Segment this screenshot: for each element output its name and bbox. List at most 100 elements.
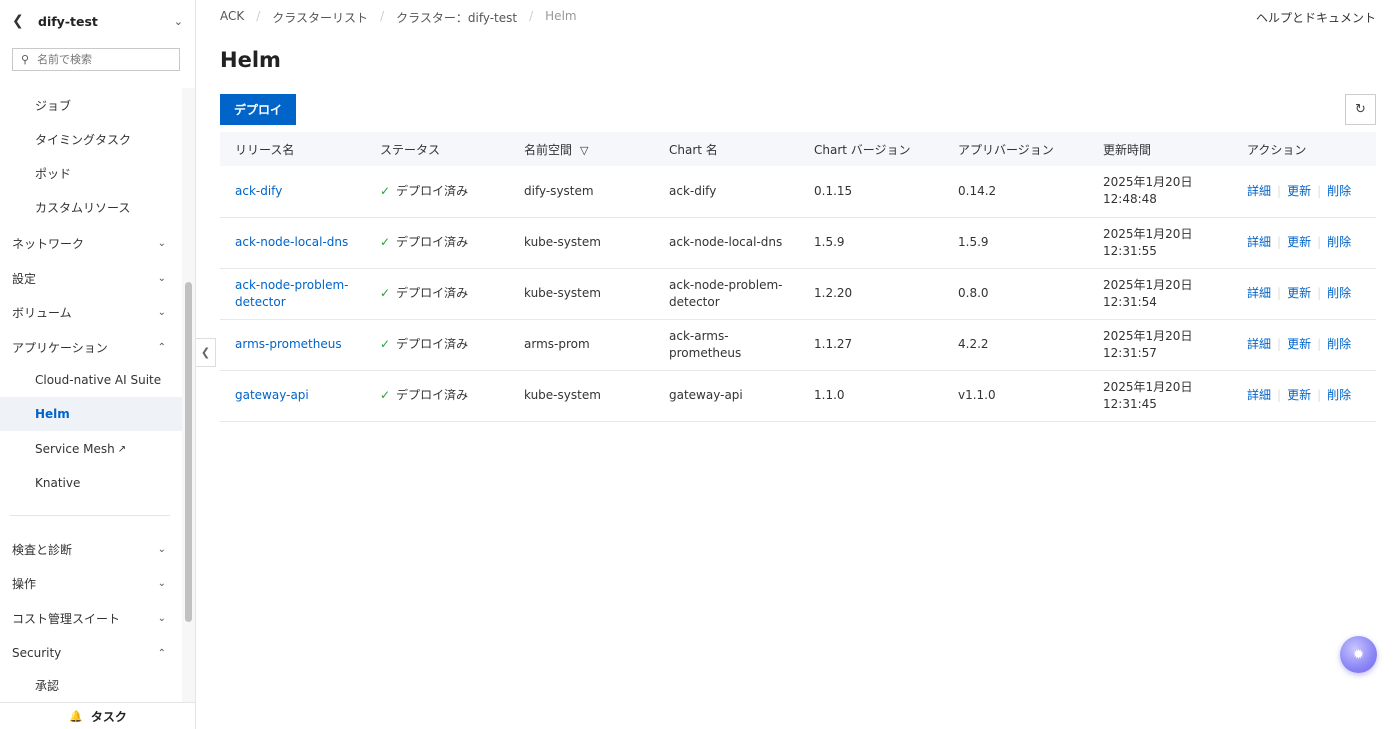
breadcrumb-current: Helm [545,9,577,23]
table-row: arms-prometheus ✓ デプロイ済み arms-prom ack-arms-… [220,319,1376,371]
column-header-label: 名前空間 [524,142,573,157]
status-text: デプロイ済み [396,388,469,402]
collapse-sidebar-button[interactable]: ❮ [196,338,216,367]
release-name-link[interactable]: ack-node-local-dns [235,235,348,249]
sidebar-item-authorization[interactable]: 承認 [0,668,182,702]
update-link[interactable]: 更新 [1287,337,1311,351]
release-name-link[interactable]: ack-node-problem-detector [235,278,349,309]
check-icon: ✓ [380,337,391,351]
sidebar-item-label: タイミングタスク [35,132,132,147]
sidebar-item-security[interactable]: Security ⌃ [0,636,182,670]
sidebar-item-config[interactable]: 設定 ⌄ [0,261,182,295]
refresh-button[interactable]: ↻ [1345,94,1376,125]
app-version-cell: 1.5.9 [943,217,1088,269]
back-arrow-icon[interactable]: ❮ [12,13,28,29]
sidebar-item-cost-suite[interactable]: コスト管理スイート ⌄ [0,601,182,635]
details-link[interactable]: 詳細 [1247,286,1271,300]
table-header-row: リリース名 ステータス 名前空間 ▽ Chart 名 Chart バージョン アプ… [220,132,1376,166]
table-row: gateway-api ✓ デプロイ済み kube-system gateway-api… [220,370,1376,422]
sidebar-item-label: 検査と診断 [12,542,73,557]
chevron-down-icon: ⌄ [157,237,166,249]
update-link[interactable]: 更新 [1287,388,1311,402]
breadcrumb-cluster-list[interactable]: クラスターリスト [272,9,368,26]
sidebar-search[interactable]: ⚲ [12,48,180,71]
chart-version-cell: 0.1.15 [799,166,943,218]
delete-link[interactable]: 削除 [1327,235,1351,249]
update-link[interactable]: 更新 [1287,286,1311,300]
column-header-chart-name: Chart 名 [654,132,799,166]
chart-name-cell: ack-arms-prometheus [654,319,799,371]
sidebar-item-network[interactable]: ネットワーク ⌄ [0,226,182,260]
sidebar-divider [10,515,170,516]
sidebar-item-label: 設定 [12,271,37,286]
delete-link[interactable]: 削除 [1327,286,1351,300]
filter-icon[interactable]: ▽ [580,144,588,157]
sidebar-item-label: Security [12,646,62,660]
sidebar-scrollbar[interactable] [185,282,192,622]
release-name-link[interactable]: arms-prometheus [235,337,342,351]
sidebar-item-label: Helm [35,407,70,421]
updated-date: 2025年1月20日 [1103,277,1193,292]
check-icon: ✓ [380,286,391,300]
chevron-down-icon[interactable]: ⌄ [174,15,183,28]
deploy-button[interactable]: デプロイ [220,94,296,125]
sidebar-item-cronjobs[interactable]: タイミングタスク [0,122,182,156]
page-title: Helm [220,48,281,72]
breadcrumb-separator: / [529,9,534,23]
sidebar-item-label: 操作 [12,576,37,591]
sidebar-item-pods[interactable]: ポッド [0,156,182,190]
breadcrumb-ack[interactable]: ACK [220,9,244,26]
check-icon: ✓ [380,388,391,402]
task-label: タスク [90,709,127,724]
updated-cell: 2025年1月20日 12:31:45 [1088,370,1232,422]
sidebar-item-helm[interactable]: Helm [0,397,182,431]
column-header-app-version: アプリバージョン [943,132,1088,166]
breadcrumb-separator: / [256,9,261,23]
action-separator: | [1277,388,1282,402]
breadcrumb-cluster[interactable]: クラスター：dify-test [396,9,517,26]
external-link-icon: ↗ [117,443,127,455]
sidebar-item-operations[interactable]: 操作 ⌄ [0,566,182,600]
status-text: デプロイ済み [396,337,469,351]
sidebar-item-label: Knative [35,476,81,490]
sidebar-item-jobs[interactable]: ジョブ [0,88,182,122]
delete-link[interactable]: 削除 [1327,337,1351,351]
release-name-cell: arms-prometheus [220,319,365,371]
help-docs-link[interactable]: ヘルプとドキュメント [1256,9,1376,26]
sidebar-item-inspection[interactable]: 検査と診断 ⌄ [0,532,182,566]
sidebar-item-cloud-native-ai[interactable]: Cloud-native AI Suite [0,363,182,397]
sidebar-item-custom-resources[interactable]: カスタムリソース [0,190,182,224]
search-input[interactable] [37,53,168,66]
updated-date: 2025年1月20日 [1103,328,1193,343]
update-link[interactable]: 更新 [1287,184,1311,198]
sidebar-item-volumes[interactable]: ボリューム ⌄ [0,295,182,329]
delete-link[interactable]: 削除 [1327,388,1351,402]
delete-link[interactable]: 削除 [1327,184,1351,198]
sidebar-header: ❮ dify-test ⌄ [0,0,195,42]
release-name-link[interactable]: ack-dify [235,184,282,198]
sidebar-item-label: 承認 [35,678,60,693]
sidebar-item-service-mesh[interactable]: Service Mesh ↗ [0,432,182,466]
app-version-cell: 4.2.2 [943,319,1088,371]
status-text: デプロイ済み [396,235,469,249]
sidebar-item-label: ネットワーク [12,236,85,251]
status-text: デプロイ済み [396,183,469,198]
details-link[interactable]: 詳細 [1247,388,1271,402]
updated-date: 2025年1月20日 [1103,226,1193,241]
release-name-link[interactable]: gateway-api [235,388,309,402]
chart-name-cell: gateway-api [654,370,799,422]
sidebar-item-knative[interactable]: Knative [0,466,182,500]
ai-assistant-button[interactable]: ✹ [1340,636,1377,673]
updated-date: 2025年1月20日 [1103,379,1193,394]
updated-date: 2025年1月20日 [1103,175,1193,190]
update-link[interactable]: 更新 [1287,235,1311,249]
details-link[interactable]: 詳細 [1247,337,1271,351]
details-link[interactable]: 詳細 [1247,235,1271,249]
task-footer[interactable]: 🔔 タスク [0,702,196,729]
sidebar-item-label: Cloud-native AI Suite [35,373,162,387]
details-link[interactable]: 詳細 [1247,184,1271,198]
table-row: ack-dify ✓ デプロイ済み dify-system ack-dify 0.1.15… [220,166,1376,218]
namespace-cell: kube-system [509,268,654,320]
sidebar-item-applications[interactable]: アプリケーション ⌃ [0,330,182,364]
action-separator: | [1317,286,1322,300]
